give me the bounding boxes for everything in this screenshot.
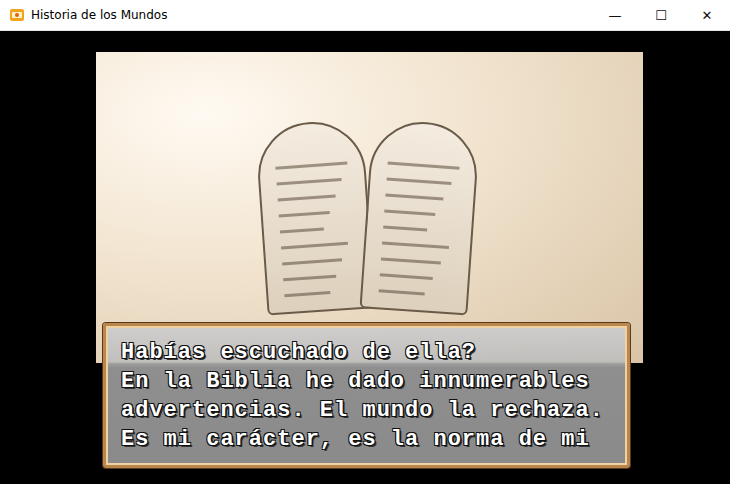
tablet-writing	[386, 178, 451, 186]
tablet-writing	[380, 273, 433, 280]
stone-tablet	[255, 118, 376, 315]
close-button[interactable]: ✕	[684, 0, 730, 30]
message-line: Es mi carácter, es la norma de mi	[121, 425, 617, 454]
tablet-writing	[280, 227, 324, 233]
tablet-writing	[282, 258, 342, 265]
tablet-writing	[277, 178, 342, 186]
tablet-writing	[275, 162, 347, 170]
stone-tablet	[360, 118, 481, 315]
game-screen[interactable]: Habías escuchado de ella?En la Biblia he…	[0, 31, 730, 484]
tablet-writing	[382, 241, 449, 249]
message-line: advertencias. El mundo la rechaza.	[121, 396, 617, 425]
tablet-writing	[278, 195, 336, 202]
tablet-writing	[388, 162, 460, 170]
tablet-writing	[385, 194, 443, 201]
minimize-button[interactable]: —	[592, 0, 638, 30]
tablet-writing	[379, 289, 425, 295]
window-controls: —☐✕	[592, 0, 730, 30]
maximize-button[interactable]: ☐	[638, 0, 684, 30]
message-box[interactable]: Habías escuchado de ella?En la Biblia he…	[103, 323, 630, 468]
message-line: Habías escuchado de ella?	[121, 338, 617, 367]
tablet-writing	[384, 210, 435, 217]
tablet-writing	[284, 291, 330, 297]
message-line: En la Biblia he dado innumerables	[121, 367, 617, 396]
tablet-writing	[283, 275, 336, 282]
tablet-writing	[381, 257, 441, 264]
title-bar: Historia de los Mundos—☐✕	[0, 0, 730, 31]
app-icon	[9, 7, 25, 23]
tablets-picture	[96, 52, 643, 363]
tablet-writing	[383, 225, 427, 231]
tablet-writing	[281, 242, 348, 250]
tablet-writing	[279, 211, 330, 218]
window-title: Historia de los Mundos	[31, 8, 592, 22]
